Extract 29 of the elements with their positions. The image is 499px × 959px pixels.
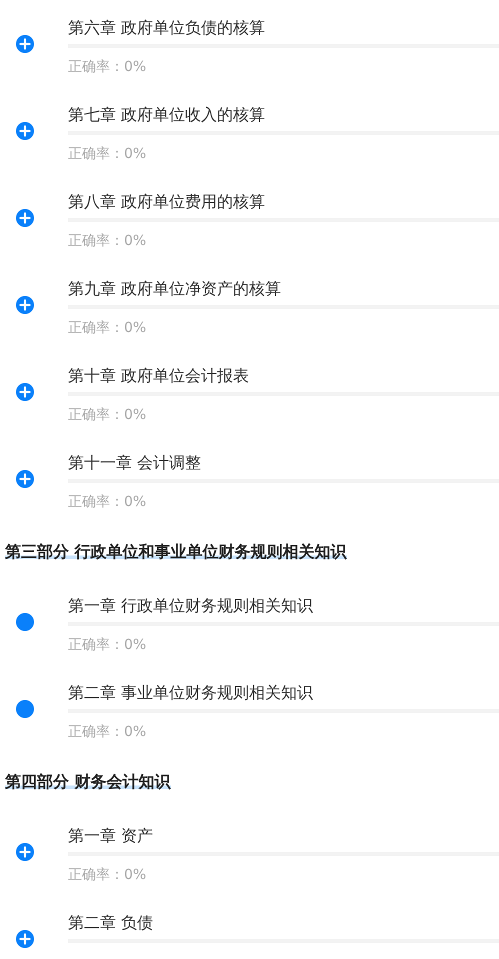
- chapter-title[interactable]: 第一章 行政单位财务规则相关知识: [68, 595, 499, 617]
- accuracy-text: 正确率：0%: [68, 866, 148, 885]
- chapter-title[interactable]: 第十一章 会计调整: [68, 452, 499, 474]
- chapter-title[interactable]: 第七章 政府单位收入的核算: [68, 104, 499, 126]
- chapter-title[interactable]: 第九章 政府单位净资产的核算: [68, 278, 499, 300]
- chapter-title[interactable]: 第十章 政府单位会计报表: [68, 365, 499, 387]
- chapter-title[interactable]: 第二章 事业单位财务规则相关知识: [68, 682, 499, 704]
- accuracy-text: 正确率：0%: [68, 319, 148, 338]
- expand-icon[interactable]: [16, 122, 34, 140]
- accuracy-text: 正确率：0%: [68, 723, 148, 742]
- accuracy-text: 正确率：0%: [68, 232, 148, 251]
- expand-icon[interactable]: [16, 470, 34, 488]
- accuracy-text: 正确率：0%: [68, 145, 148, 164]
- expand-icon[interactable]: [16, 35, 34, 53]
- accuracy-text: 正确率：0%: [68, 406, 148, 425]
- expand-icon[interactable]: [16, 930, 34, 948]
- section-heading: 第三部分 行政单位和事业单位财务规则相关知识: [5, 542, 347, 561]
- expand-icon[interactable]: [16, 296, 34, 314]
- expand-icon[interactable]: [16, 209, 34, 227]
- accuracy-text: 正确率：0%: [68, 636, 148, 655]
- accuracy-text: 正确率：0%: [68, 493, 148, 512]
- chapter-title[interactable]: 第六章 政府单位负债的核算: [68, 17, 499, 39]
- accuracy-text: 正确率：0%: [68, 58, 148, 77]
- chapter-title[interactable]: 第八章 政府单位费用的核算: [68, 191, 499, 213]
- expand-icon[interactable]: [16, 383, 34, 401]
- section-heading: 第四部分 财务会计知识: [5, 772, 171, 791]
- chapter-title[interactable]: 第一章 资产: [68, 825, 499, 847]
- chapter-title[interactable]: 第二章 负债: [68, 912, 499, 934]
- expand-icon[interactable]: [16, 843, 34, 861]
